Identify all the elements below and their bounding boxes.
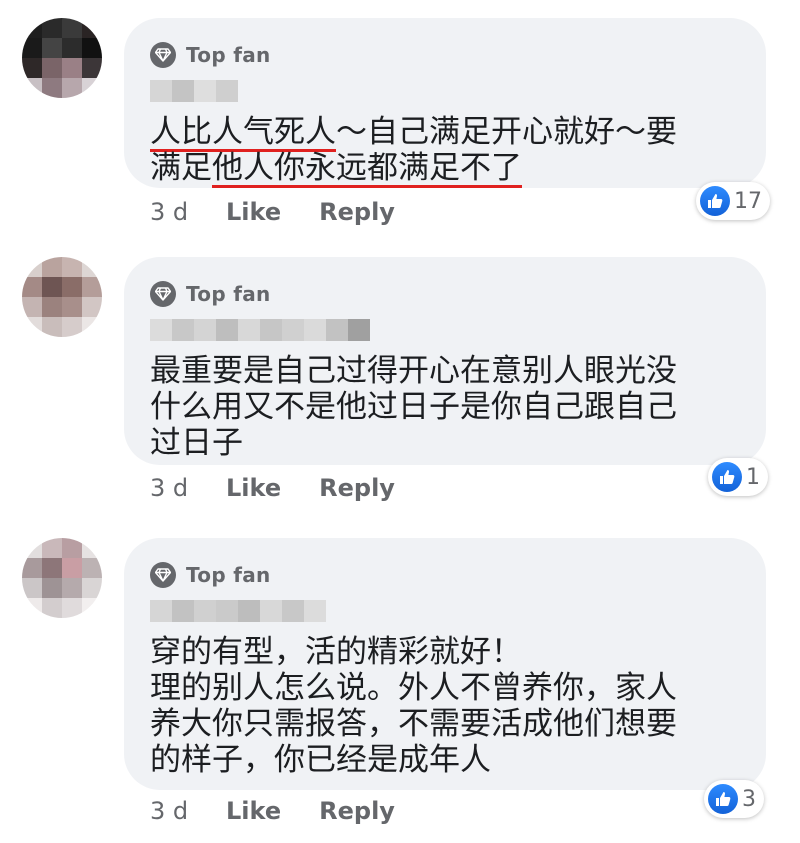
reaction-count-pill[interactable]: 1 — [708, 458, 768, 496]
comment-bubble: Top fan 最重要是自己过得开心在意别人眼光没 什么用又不是他过日子是你自己… — [124, 257, 766, 465]
reaction-count: 17 — [734, 188, 762, 214]
timestamp[interactable]: 3 d — [150, 198, 226, 226]
avatar[interactable] — [22, 257, 102, 337]
diamond-icon — [150, 281, 176, 307]
author-name-blurred[interactable] — [150, 80, 740, 102]
reply-button[interactable]: Reply — [319, 198, 395, 226]
top-fan-badge[interactable]: Top fan — [150, 560, 740, 590]
top-fan-badge[interactable]: Top fan — [150, 279, 740, 309]
comment-bubble: Top fan 穿的有型，活的精彩就好！ 理的别人怎么说。外人不曾养你，家人 养… — [124, 538, 766, 790]
like-button[interactable]: Like — [226, 198, 281, 226]
reaction-count: 3 — [742, 786, 756, 812]
comment-text: 最重要是自己过得开心在意别人眼光没 什么用又不是他过日子是你自己跟自己 过日子 — [150, 353, 677, 461]
avatar[interactable] — [22, 538, 102, 618]
thumbs-up-icon — [700, 186, 730, 216]
badge-label: Top fan — [186, 563, 271, 587]
underlined-text: 人比人气死人 — [150, 114, 336, 150]
avatar-image-blurred — [22, 538, 102, 618]
reply-button[interactable]: Reply — [319, 797, 395, 825]
reply-button[interactable]: Reply — [319, 474, 395, 502]
underlined-text: 他人你永远都满足不了 — [212, 150, 522, 186]
timestamp[interactable]: 3 d — [150, 797, 226, 825]
badge-label: Top fan — [186, 43, 271, 67]
timestamp[interactable]: 3 d — [150, 474, 226, 502]
avatar-image-blurred — [22, 18, 102, 98]
comment-actions: 3 d Like Reply — [150, 797, 433, 825]
thumbs-up-icon — [708, 784, 738, 814]
avatar[interactable] — [22, 18, 102, 98]
diamond-icon — [150, 42, 176, 68]
badge-label: Top fan — [186, 282, 271, 306]
comment-actions: 3 d Like Reply — [150, 474, 433, 502]
like-button[interactable]: Like — [226, 474, 281, 502]
reaction-count: 1 — [746, 464, 760, 490]
author-name-blurred[interactable] — [150, 319, 740, 341]
author-name-blurred[interactable] — [150, 600, 740, 622]
avatar-image-blurred — [22, 257, 102, 337]
diamond-icon — [150, 562, 176, 588]
comment-bubble: Top fan 人比人气死人～自己满足开心就好～要 满足他人你永远都满足不了 — [124, 18, 766, 188]
comment-actions: 3 d Like Reply — [150, 198, 433, 226]
thumbs-up-icon — [712, 462, 742, 492]
comment-text: 穿的有型，活的精彩就好！ 理的别人怎么说。外人不曾养你，家人 养大你只需报答，不… — [150, 634, 677, 778]
reaction-count-pill[interactable]: 17 — [696, 182, 770, 220]
like-button[interactable]: Like — [226, 797, 281, 825]
comment-text: 人比人气死人～自己满足开心就好～要 满足他人你永远都满足不了 — [150, 114, 740, 186]
top-fan-badge[interactable]: Top fan — [150, 40, 740, 70]
reaction-count-pill[interactable]: 3 — [704, 780, 764, 818]
